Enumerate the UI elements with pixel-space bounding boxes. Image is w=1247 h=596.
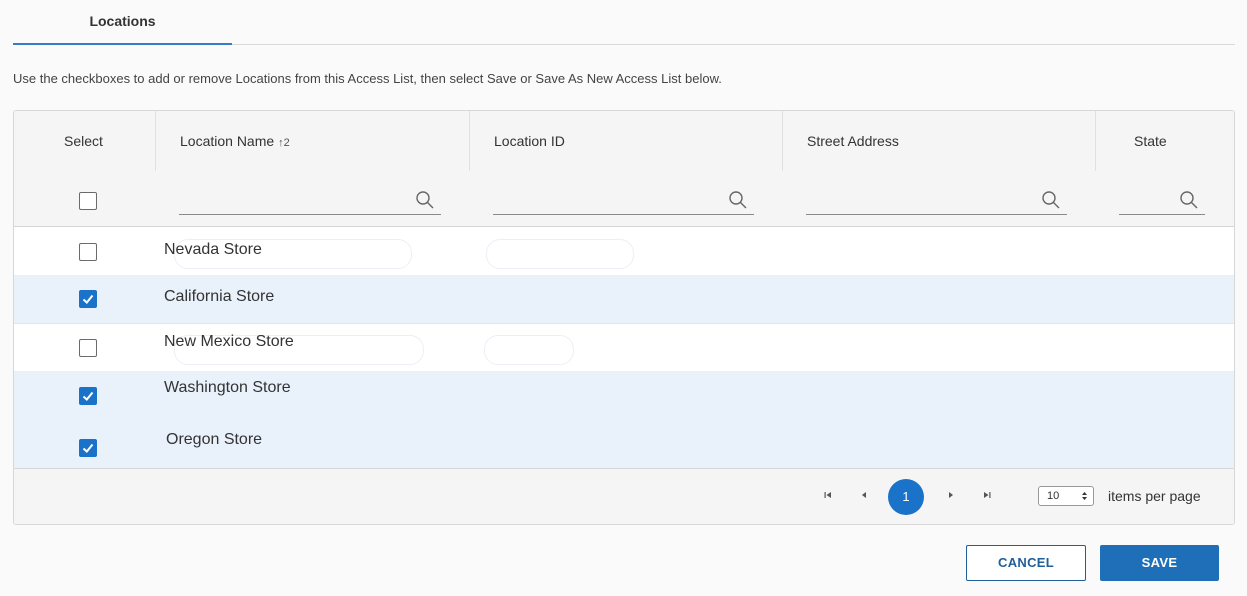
location-name-cell: Washington Store xyxy=(164,379,291,396)
select-all-checkbox[interactable] xyxy=(79,192,97,210)
street-address-filter-input[interactable] xyxy=(806,189,1037,213)
pager: 1 10 items per page xyxy=(14,468,1234,524)
column-header-select: Select xyxy=(14,111,155,171)
next-page-icon[interactable] xyxy=(943,488,959,504)
instructions-text: Use the checkboxes to add or remove Loca… xyxy=(13,71,722,86)
tab-locations[interactable]: Locations xyxy=(13,0,232,45)
last-page-glyph xyxy=(984,492,991,498)
tab-bar: Locations xyxy=(13,0,1235,45)
location-name-cell: Oregon Store xyxy=(166,431,263,448)
page: Locations Use the checkboxes to add or r… xyxy=(0,0,1247,596)
column-header-street-address[interactable]: Street Address xyxy=(782,111,1095,171)
next-page-glyph xyxy=(949,492,953,498)
page-size-value: 10 xyxy=(1047,490,1060,502)
checkmark-icon xyxy=(82,294,94,304)
row-checkbox[interactable] xyxy=(79,339,97,357)
row-checkbox[interactable] xyxy=(79,243,97,261)
locations-grid: Select Location Name ↑2 Location ID Stree… xyxy=(13,110,1235,525)
last-page-icon[interactable] xyxy=(979,488,995,504)
cancel-button[interactable]: CANCEL xyxy=(966,545,1086,581)
state-filter-input[interactable] xyxy=(1119,189,1175,213)
column-header-state-label: State xyxy=(1134,133,1167,149)
location-name-filter xyxy=(179,189,441,215)
row-checkbox-checked[interactable] xyxy=(79,439,97,457)
location-name-filter-input[interactable] xyxy=(179,189,411,213)
table-row[interactable]: Washington Store xyxy=(14,371,1234,420)
location-name-cell: New Mexico Store xyxy=(164,333,294,350)
column-header-state[interactable]: State xyxy=(1095,111,1234,171)
column-header-location-name[interactable]: Location Name ↑2 xyxy=(155,111,469,171)
checkmark-icon xyxy=(82,443,94,453)
items-per-page-label: items per page xyxy=(1108,488,1201,504)
previous-page-icon[interactable] xyxy=(856,488,872,504)
search-icon[interactable] xyxy=(728,190,748,210)
grid-filter-row xyxy=(14,171,1234,227)
page-number-current[interactable]: 1 xyxy=(888,479,924,515)
column-header-location-id-label: Location ID xyxy=(494,133,565,149)
column-header-street-address-label: Street Address xyxy=(807,133,899,149)
row-checkbox-checked[interactable] xyxy=(79,290,97,308)
search-icon[interactable] xyxy=(415,190,435,210)
column-header-select-label: Select xyxy=(64,133,103,149)
first-page-icon[interactable] xyxy=(820,488,836,504)
first-page-glyph xyxy=(824,492,831,498)
previous-page-glyph xyxy=(862,492,866,498)
redacted-cell xyxy=(484,335,574,365)
redacted-cell xyxy=(486,239,634,269)
row-checkbox-checked[interactable] xyxy=(79,387,97,405)
location-name-cell: Nevada Store xyxy=(164,241,262,258)
column-header-location-id[interactable]: Location ID xyxy=(469,111,782,171)
page-size-select[interactable]: 10 xyxy=(1038,486,1094,506)
checkmark-icon xyxy=(82,391,94,401)
sort-ascending-icon[interactable]: ↑2 xyxy=(278,137,290,149)
location-id-filter xyxy=(493,189,754,215)
column-header-location-name-wrap: Location Name ↑2 xyxy=(180,133,290,149)
table-row[interactable]: California Store xyxy=(14,275,1234,324)
table-row[interactable]: Nevada Store xyxy=(14,227,1234,276)
location-id-filter-input[interactable] xyxy=(493,189,724,213)
select-arrows-icon xyxy=(1081,490,1088,508)
grid-header-row: Select Location Name ↑2 Location ID Stree… xyxy=(14,111,1234,171)
location-name-cell: California Store xyxy=(164,288,275,305)
search-icon[interactable] xyxy=(1041,190,1061,210)
street-address-filter xyxy=(806,189,1067,215)
search-icon[interactable] xyxy=(1179,190,1199,210)
table-row[interactable]: New Mexico Store xyxy=(14,323,1234,372)
column-header-location-name-label: Location Name xyxy=(180,133,275,149)
table-row[interactable]: Oregon Store xyxy=(14,419,1234,468)
save-button[interactable]: SAVE xyxy=(1100,545,1219,581)
state-filter xyxy=(1119,189,1205,215)
